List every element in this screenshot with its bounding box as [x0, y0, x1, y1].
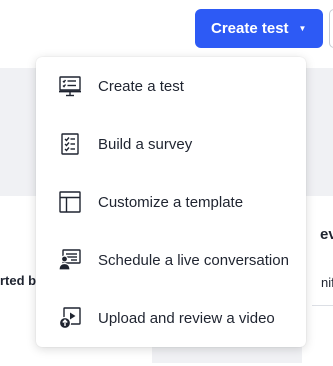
menu-item-label: Build a survey: [98, 135, 193, 153]
card-left-text: rted b: [0, 273, 37, 288]
caret-down-icon: ▼: [298, 23, 307, 33]
divider: [312, 305, 333, 306]
card-right-heading: ev: [320, 226, 333, 243]
create-test-button[interactable]: Create test ▼: [195, 9, 323, 48]
menu-item-customize-template[interactable]: Customize a template: [36, 173, 306, 231]
menu-item-schedule-conversation[interactable]: Schedule a live conversation: [36, 231, 306, 289]
presentation-checklist-icon: [58, 74, 82, 98]
adjacent-header-button[interactable]: [329, 9, 333, 48]
checklist-icon: [58, 132, 82, 156]
create-menu-dropdown: Create a test Build a survey Customize a: [36, 57, 306, 347]
menu-item-label: Upload and review a video: [98, 309, 275, 327]
card-right-text: nif: [321, 275, 333, 290]
menu-item-label: Customize a template: [98, 193, 244, 211]
menu-item-label: Schedule a live conversation: [98, 251, 289, 269]
menu-item-label: Create a test: [98, 77, 184, 95]
menu-item-upload-video[interactable]: Upload and review a video: [36, 289, 306, 347]
create-test-button-label: Create test: [211, 20, 289, 37]
live-conversation-icon: [58, 248, 82, 272]
menu-item-build-survey[interactable]: Build a survey: [36, 115, 306, 173]
video-upload-icon: [58, 306, 82, 330]
menu-item-create-test[interactable]: Create a test: [36, 57, 306, 115]
template-layout-icon: [58, 190, 82, 214]
